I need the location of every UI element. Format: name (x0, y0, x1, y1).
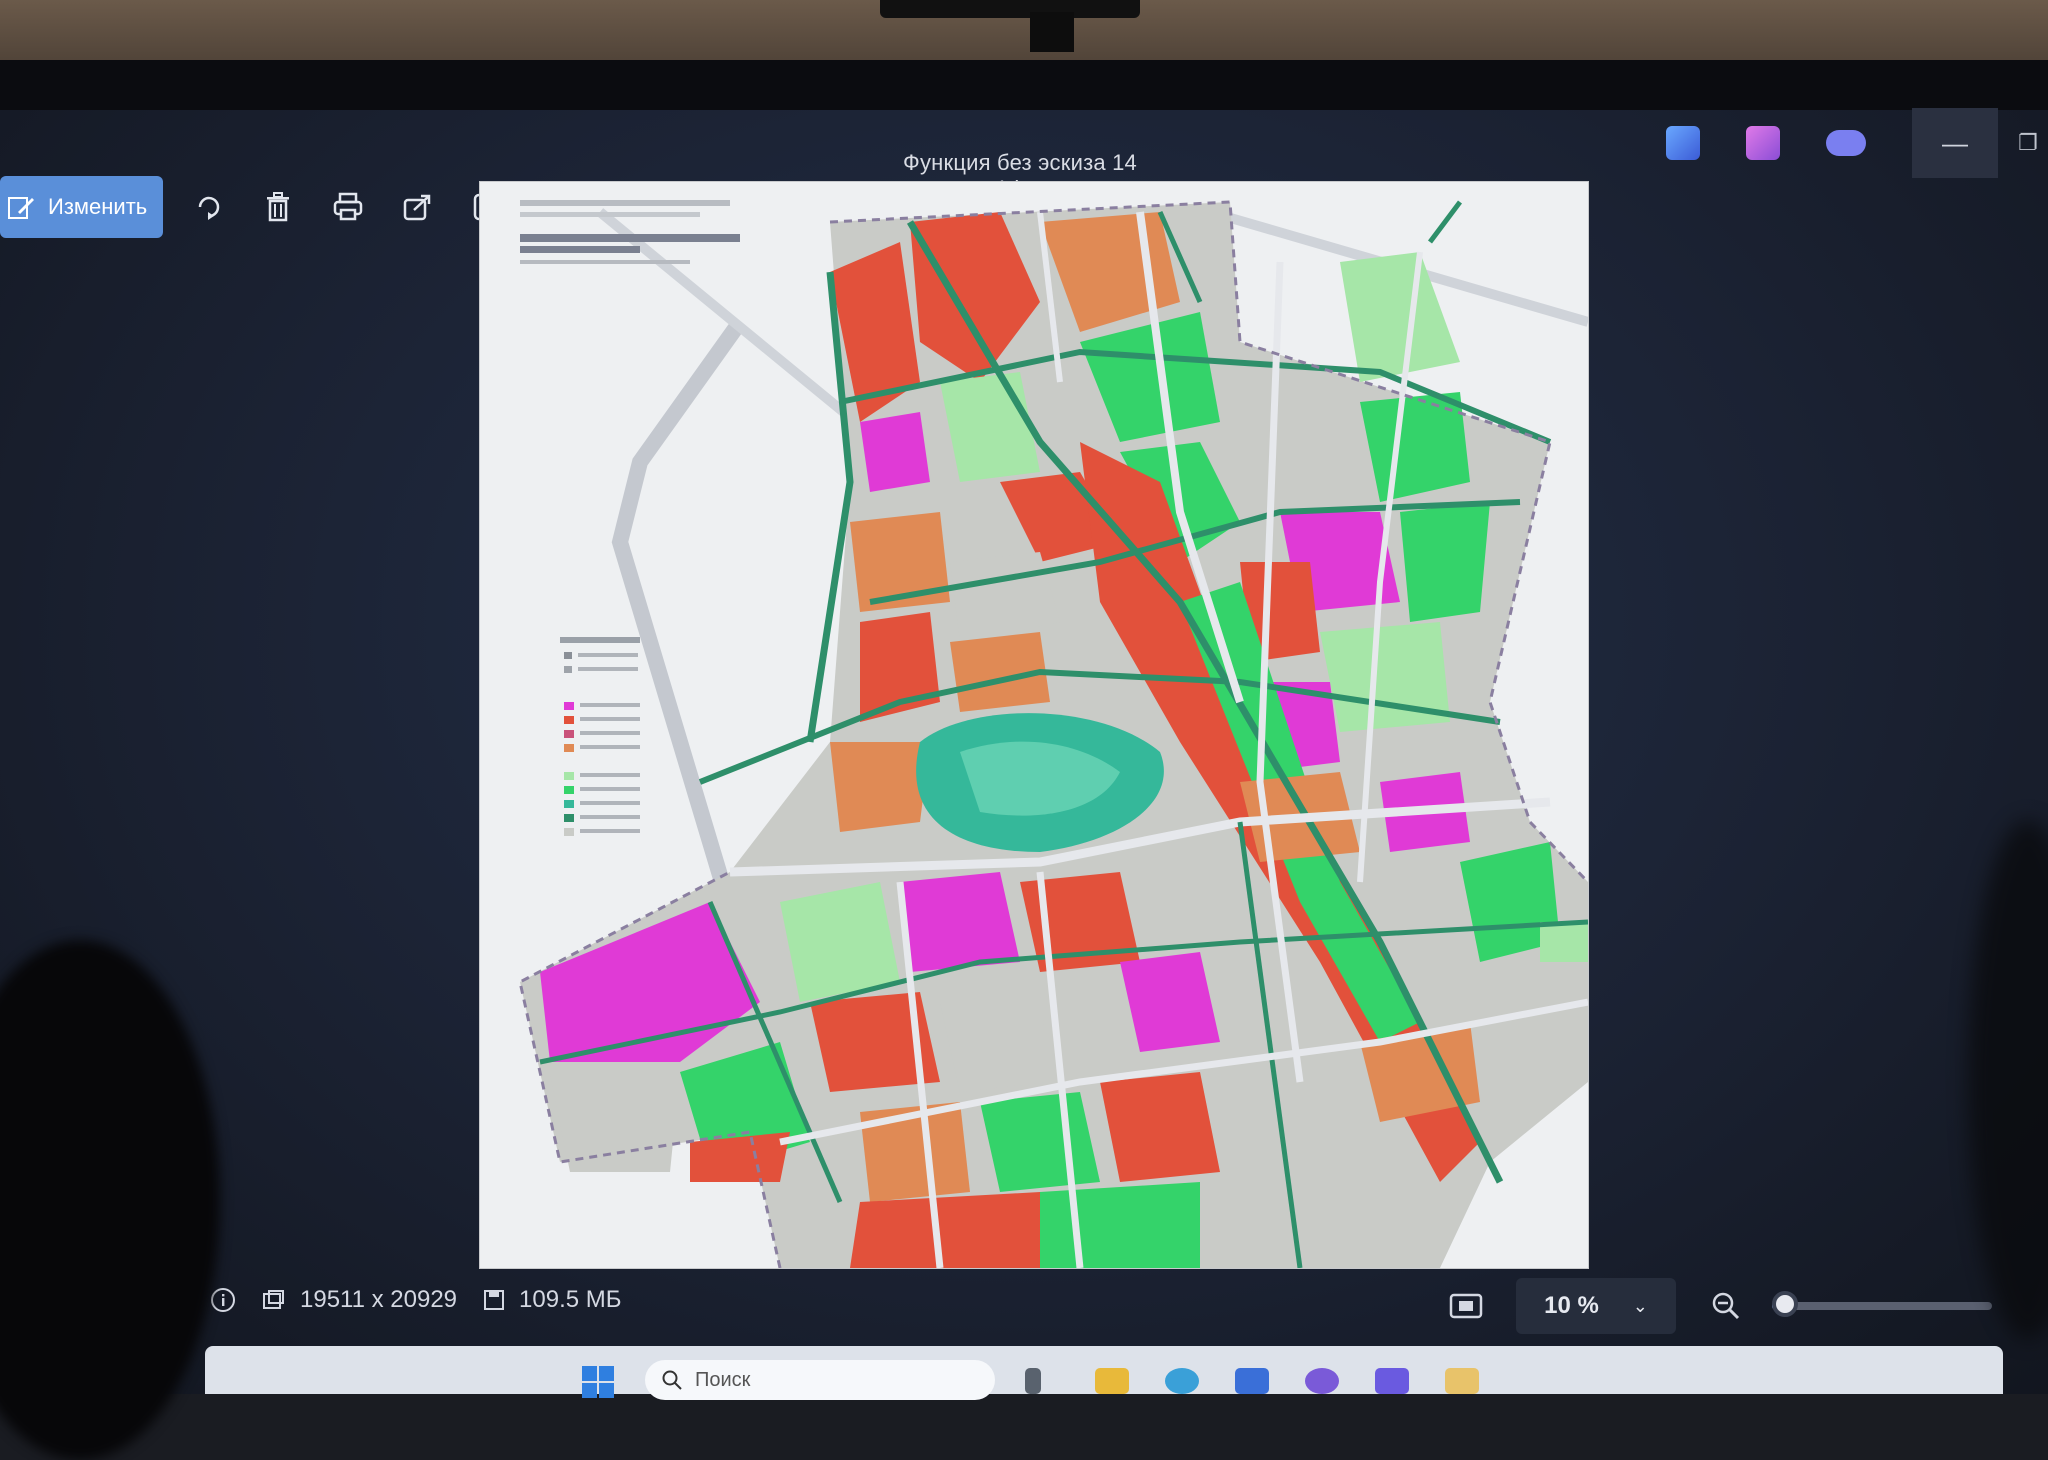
photo-app-icon[interactable] (1666, 126, 1700, 160)
taskbar-app-icon[interactable] (1025, 1368, 1041, 1394)
edit-button[interactable]: Изменить (0, 176, 164, 238)
zoom-level-value: 10 % (1544, 1292, 1599, 1319)
fit-to-window-button[interactable] (1446, 1286, 1486, 1326)
webcam-mount (1030, 12, 1074, 52)
taskbar-search[interactable]: Поиск (645, 1360, 995, 1400)
file-explorer-icon[interactable] (1095, 1368, 1129, 1394)
chevron-down-icon: ⌄ (1632, 1295, 1648, 1316)
info-icon (211, 1288, 235, 1312)
minimize-button[interactable]: — (1912, 108, 1998, 178)
share-icon (404, 194, 431, 221)
search-placeholder: Поиск (695, 1368, 751, 1391)
zoom-out-icon (1712, 1292, 1740, 1320)
search-icon (662, 1370, 682, 1390)
zoom-out-button[interactable] (1706, 1286, 1746, 1326)
browser-icon[interactable] (1165, 1368, 1199, 1394)
status-bar: 19511 x 20929 109.5 МБ (210, 1286, 648, 1314)
city-zoning-map (480, 182, 1588, 1268)
windows-start-icon[interactable] (580, 1364, 616, 1400)
edit-icon (8, 197, 34, 219)
delete-button[interactable] (255, 184, 301, 230)
restore-icon: ❐ (2018, 130, 2038, 155)
rotate-button[interactable] (185, 184, 231, 230)
zoom-level-dropdown[interactable]: 10 % ⌄ (1516, 1278, 1676, 1334)
file-size-label: 109.5 МБ (519, 1286, 622, 1313)
folder-taskbar-icon[interactable] (1445, 1368, 1479, 1394)
print-icon (334, 192, 363, 221)
zoom-slider[interactable] (1772, 1291, 1992, 1317)
fit-window-icon (1449, 1293, 1483, 1319)
restore-button[interactable]: ❐ (2008, 108, 2048, 178)
dimensions-icon (263, 1290, 284, 1309)
teams-icon[interactable] (1305, 1368, 1339, 1394)
titlebar-controls: — ❐ (1666, 108, 2048, 178)
print-button[interactable] (325, 184, 371, 230)
onedrive-icon[interactable] (1826, 130, 1866, 156)
save-disk-icon (484, 1290, 505, 1310)
photos-taskbar-icon[interactable] (1375, 1368, 1409, 1394)
windows-taskbar: Поиск (205, 1346, 2003, 1400)
store-icon[interactable] (1235, 1368, 1269, 1394)
edit-button-label: Изменить (48, 194, 148, 219)
rotate-icon (199, 196, 220, 220)
video-app-icon[interactable] (1746, 126, 1780, 160)
webcam (880, 0, 1140, 18)
image-dimensions: 19511 x 20929 (262, 1286, 457, 1314)
zoom-controls: 10 % ⌄ (1446, 1278, 1992, 1334)
delete-icon (267, 192, 290, 222)
image-viewport[interactable] (480, 182, 1588, 1268)
share-button[interactable] (395, 184, 441, 230)
file-info-button[interactable] (210, 1287, 236, 1313)
minimize-icon: — (1942, 127, 1968, 158)
file-size: 109.5 МБ (483, 1286, 622, 1314)
zoom-slider-thumb[interactable] (1772, 1291, 1799, 1317)
dimensions-label: 19511 x 20929 (300, 1286, 458, 1313)
